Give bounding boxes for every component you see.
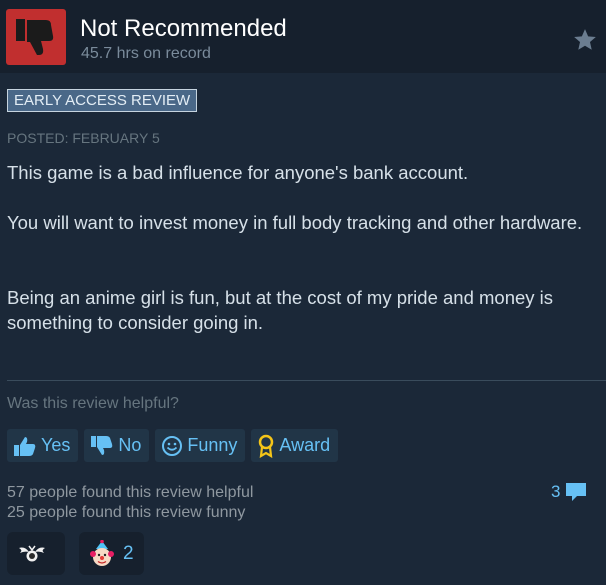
award-ribbon-icon	[259, 434, 274, 458]
divider	[7, 380, 606, 381]
no-label: No	[118, 435, 142, 455]
review-header: Not Recommended 45.7 hrs on record	[0, 0, 606, 73]
no-button[interactable]: No	[84, 429, 150, 462]
funny-button[interactable]: Funny	[155, 429, 246, 462]
helpful-prompt: Was this review helpful?	[7, 395, 179, 412]
comment-icon	[566, 483, 587, 501]
star-icon[interactable]	[572, 27, 598, 53]
funny-label: Funny	[187, 435, 238, 455]
award-count: 2	[123, 542, 134, 564]
review-paragraph: This game is a bad influence for anyone'…	[7, 162, 469, 183]
received-awards: 2	[7, 532, 144, 575]
award-label: Award	[279, 435, 331, 455]
review-verdict: Not Recommended	[80, 15, 287, 42]
not-recommended-badge	[6, 9, 66, 65]
award-pill[interactable]: 2	[79, 532, 144, 575]
comments-link[interactable]: 3	[551, 481, 588, 503]
award-pill[interactable]	[7, 532, 65, 575]
thumbs-up-icon	[14, 436, 36, 456]
clown-award-icon	[90, 539, 114, 566]
vote-buttons: Yes No Funny Award	[7, 429, 339, 462]
posted-date: POSTED: FEBRUARY 5	[7, 130, 160, 146]
yes-button[interactable]: Yes	[7, 429, 79, 462]
review-paragraph: Being an anime girl is fun, but at the c…	[7, 287, 554, 333]
winged-award-icon	[19, 545, 45, 561]
review-body: This game is a bad influence for anyone'…	[7, 160, 597, 335]
helpful-count: 57 people found this review helpful	[7, 484, 254, 501]
funny-count: 25 people found this review funny	[7, 504, 246, 521]
yes-label: Yes	[41, 435, 71, 455]
thumbs-down-icon	[91, 435, 113, 455]
early-access-badge: EARLY ACCESS REVIEW	[7, 89, 198, 112]
hours-on-record: 45.7 hrs on record	[81, 45, 211, 62]
smiley-icon	[162, 435, 183, 456]
comment-count: 3	[551, 482, 561, 501]
thumbs-down-icon	[16, 19, 54, 55]
award-button[interactable]: Award	[251, 429, 339, 462]
review-paragraph: You will want to invest money in full bo…	[7, 212, 583, 233]
review-stats: 57 people found this review helpful 25 p…	[7, 483, 253, 523]
